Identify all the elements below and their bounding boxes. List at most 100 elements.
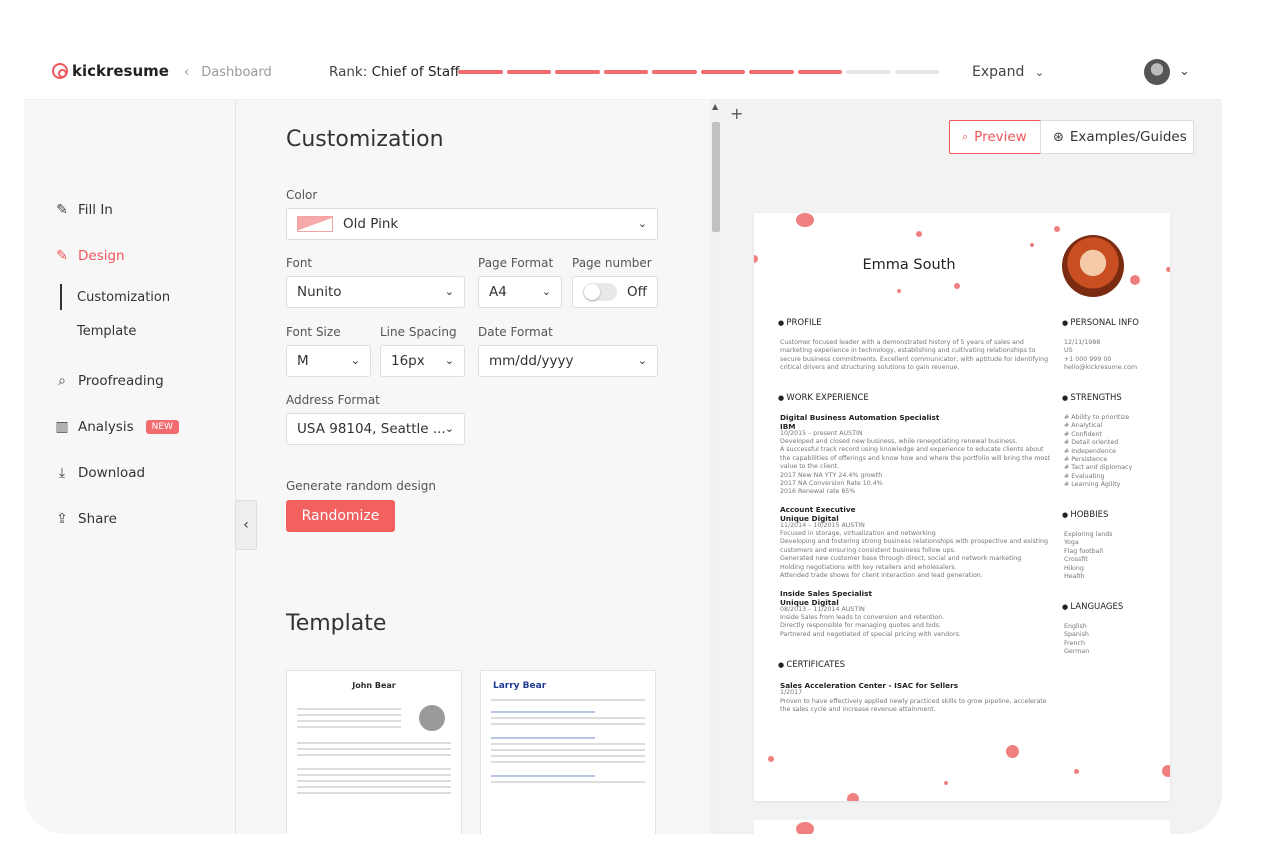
rank-progress-segment — [458, 70, 503, 74]
sidebar-item-label: Share — [78, 511, 117, 527]
section-heading-profile: PROFILE — [778, 318, 821, 328]
date-format-select[interactable]: mm/dd/yyyy ⌄ — [478, 345, 658, 377]
color-swatch — [297, 216, 333, 232]
job-title: Digital Business Automation Specialist — [780, 413, 940, 422]
avatar[interactable] — [1144, 59, 1170, 85]
job-bullet: Developed and closed new business, while… — [780, 438, 1018, 445]
decor-dot — [1130, 275, 1140, 285]
section-heading-strengths: STRENGTHS — [1062, 393, 1122, 403]
sidebar-item-proofreading[interactable]: ⌕ Proofreading — [54, 373, 164, 389]
job-bullet: 2017 NA Conversion Rate 10.4% — [780, 480, 883, 488]
chevron-down-icon: ⌄ — [1034, 66, 1045, 79]
template-line — [297, 748, 451, 750]
section-heading-personal-info: PERSONAL INFO — [1062, 318, 1139, 328]
back-to-dashboard[interactable]: ‹ Dashboard — [184, 65, 272, 80]
toggle-switch — [583, 283, 617, 301]
back-label: Dashboard — [201, 65, 272, 80]
hobby-item: Exploring lands — [1064, 531, 1113, 538]
language-item: German — [1064, 648, 1090, 656]
collapse-panel-button[interactable]: ‹ — [235, 500, 257, 550]
chevron-left-icon: ‹ — [243, 517, 249, 533]
chevron-down-icon: ⌄ — [444, 354, 454, 367]
sidebar-subitem-customization[interactable]: Customization — [77, 290, 170, 305]
expand-button[interactable]: Expand ⌄ — [972, 64, 1044, 80]
font-size-select[interactable]: M ⌄ — [286, 345, 371, 377]
scrollbar-thumb[interactable] — [712, 122, 720, 232]
chevron-down-icon: ⌄ — [541, 285, 551, 298]
section-heading-work: WORK EXPERIENCE — [778, 393, 868, 403]
font-size-label: Font Size — [286, 325, 341, 339]
share-icon: ⇪ — [56, 511, 68, 527]
address-format-label: Address Format — [286, 393, 380, 407]
chevron-down-icon[interactable]: ⌄ — [1179, 64, 1190, 79]
template-line — [491, 743, 645, 745]
cert-date: 1/2017 — [780, 689, 803, 696]
hobbies-list: Exploring lands Yoga Flag football Cross… — [1064, 531, 1113, 581]
decor-dot — [796, 822, 814, 834]
template-line — [297, 786, 451, 788]
sidebar-item-download[interactable]: ⤓ Download — [54, 465, 145, 481]
info-birth: 12/11/1988 — [1064, 339, 1101, 346]
sidebar-item-fill-in[interactable]: ✎ Fill In — [54, 202, 113, 218]
chevron-left-icon: ‹ — [184, 65, 190, 80]
job-bullet: Inside Sales from leads to conversion an… — [780, 614, 945, 621]
line-spacing-value: 16px — [391, 353, 425, 369]
decor-dot — [1054, 226, 1060, 232]
job-bullet: Directly responsible for managing quotes… — [780, 622, 942, 630]
template-line — [491, 775, 596, 777]
font-size-value: M — [297, 353, 309, 369]
preview-button[interactable]: ⌕ Preview — [949, 120, 1041, 154]
resume-page-2[interactable] — [754, 820, 1170, 834]
job-bullets: Focused in storage, virtualization and n… — [780, 530, 1050, 580]
edit-icon: ✎ — [56, 202, 68, 218]
strengths-list: # Ability to prioritize # Analytical # C… — [1064, 414, 1132, 490]
sidebar-subitem-template[interactable]: Template — [77, 324, 136, 339]
rank-progress-segment — [749, 70, 794, 74]
color-select[interactable]: Old Pink ⌄ — [286, 208, 658, 240]
customization-title: Customization — [286, 127, 444, 152]
hobby-item: Health — [1064, 573, 1085, 581]
date-format-label: Date Format — [478, 325, 553, 339]
address-format-select[interactable]: USA 98104, Seattle ... ⌄ — [286, 413, 465, 445]
template-thumbnail[interactable]: John Bear — [286, 670, 462, 834]
customization-panel: Customization Color Old Pink ⌄ Font Nuni… — [235, 100, 710, 834]
page-number-toggle[interactable]: Off — [572, 276, 658, 308]
strength-item: # Learning Agility — [1064, 481, 1121, 489]
template-line — [491, 737, 596, 739]
logo[interactable]: kickresume — [52, 62, 169, 80]
language-item: French — [1064, 639, 1085, 647]
resume-page[interactable]: Emma South PROFILE Customer focused lead… — [754, 213, 1170, 801]
download-icon: ⤓ — [58, 465, 66, 481]
sidebar: ✎ Fill In ✎ Design Customization Templat… — [24, 100, 236, 834]
info-country: US — [1064, 347, 1073, 355]
page-format-value: A4 — [489, 284, 507, 300]
scroll-up-icon[interactable]: ▲ — [712, 102, 718, 111]
search-icon: ⌕ — [962, 130, 969, 143]
template-line — [297, 742, 451, 744]
examples-guides-button[interactable]: ⊛ Examples/Guides — [1040, 120, 1194, 154]
search-doc-icon: ⌕ — [58, 373, 66, 389]
page-number-value: Off — [627, 284, 647, 300]
decor-dot — [847, 793, 859, 801]
zoom-in-icon[interactable]: + — [730, 104, 743, 123]
decor-dot — [1006, 745, 1019, 758]
decor-dot — [944, 781, 948, 785]
sidebar-item-analysis[interactable]: ▥ Analysis NEW — [54, 419, 179, 435]
randomize-button[interactable]: Randomize — [286, 500, 395, 532]
template-line — [491, 723, 645, 725]
font-select[interactable]: Nunito ⌄ — [286, 276, 465, 308]
language-item: Spanish — [1064, 631, 1089, 639]
sidebar-item-share[interactable]: ⇪ Share — [54, 511, 117, 527]
date-format-value: mm/dd/yyyy — [489, 353, 574, 369]
line-spacing-select[interactable]: 16px ⌄ — [380, 345, 465, 377]
panel-scrollbar[interactable]: ▲ — [710, 100, 722, 834]
page-format-select[interactable]: A4 ⌄ — [478, 276, 562, 308]
sidebar-item-label: Proofreading — [78, 373, 164, 389]
address-format-value: USA 98104, Seattle ... — [297, 421, 446, 437]
decor-dot — [1030, 243, 1034, 247]
template-photo — [419, 705, 445, 731]
rank-progress-segment — [603, 70, 648, 74]
template-thumbnail[interactable]: Larry Bear — [480, 670, 656, 834]
chevron-down-icon: ⌄ — [444, 422, 454, 435]
sidebar-item-design[interactable]: ✎ Design — [54, 248, 125, 264]
